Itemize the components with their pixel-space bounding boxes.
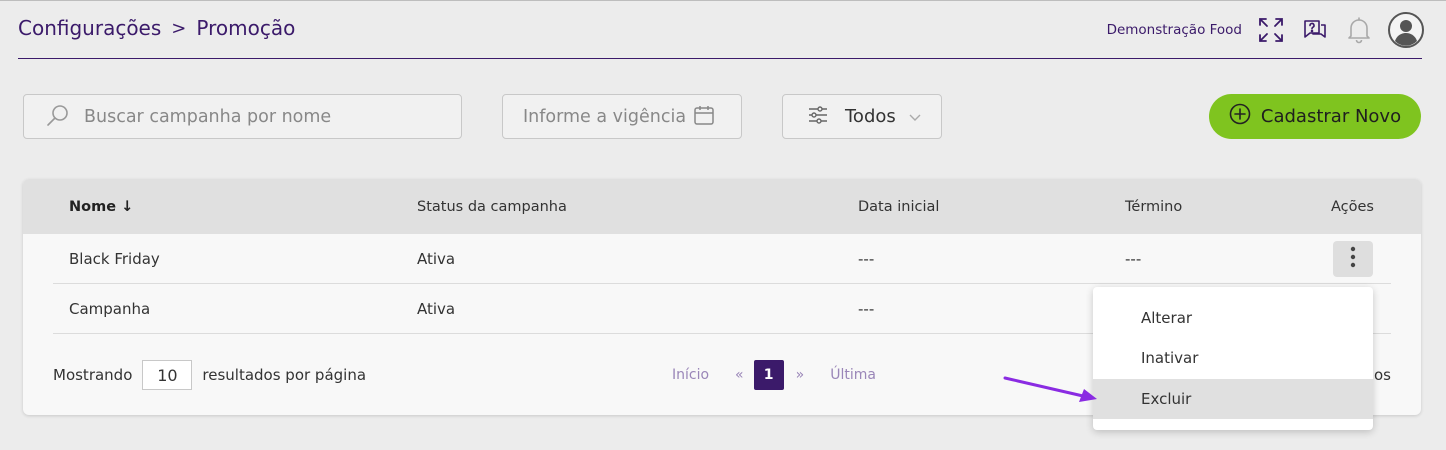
more-vertical-icon [1350, 246, 1356, 272]
header-divider [18, 58, 1422, 59]
page-size-control: Mostrando 10 resultados por página [53, 360, 366, 390]
page-size-input[interactable]: 10 [142, 360, 193, 390]
breadcrumb: Configurações > Promoção [18, 16, 295, 40]
row-start-date: --- [858, 250, 875, 268]
first-page-link[interactable]: Início [672, 367, 709, 383]
date-range-input[interactable] [523, 106, 693, 127]
table-header: Nome ↓ Status da campanha Data inicial T… [23, 179, 1421, 234]
pagination: Início « 1 » Última [672, 360, 876, 390]
column-header-name[interactable]: Nome ↓ [69, 199, 133, 215]
help-icon[interactable] [1300, 15, 1330, 45]
breadcrumb-parent[interactable]: Configurações [18, 16, 161, 40]
status-filter-value: Todos [845, 106, 896, 127]
results-count-text: os [1374, 366, 1391, 384]
chevron-down-icon [908, 107, 922, 126]
column-header-actions: Ações [1331, 199, 1374, 215]
row-actions-menu: Alterar Inativar Excluir [1093, 287, 1373, 430]
current-page[interactable]: 1 [753, 360, 784, 390]
add-new-button[interactable]: Cadastrar Novo [1209, 94, 1421, 139]
column-header-end-date: Término [1125, 199, 1183, 215]
last-page-link[interactable]: Última [830, 367, 876, 383]
showing-label: Mostrando [53, 366, 133, 384]
menu-item-inativar[interactable]: Inativar [1093, 338, 1373, 378]
row-name: Campanha [69, 300, 151, 318]
company-name[interactable]: Demonstração Food [1107, 22, 1242, 38]
sort-arrow-icon: ↓ [121, 199, 134, 215]
breadcrumb-current: Promoção [196, 16, 296, 40]
prev-page-link[interactable]: « [735, 367, 744, 383]
table-row[interactable]: Black Friday Ativa --- --- [53, 234, 1391, 284]
row-status: Ativa [417, 300, 456, 318]
per-page-label: resultados por página [202, 366, 367, 384]
search-icon [46, 103, 70, 131]
annotation-arrow-icon [1003, 376, 1097, 402]
menu-item-alterar[interactable]: Alterar [1093, 298, 1373, 338]
bell-icon[interactable] [1344, 15, 1374, 45]
search-input[interactable] [84, 106, 444, 127]
row-status: Ativa [417, 250, 456, 268]
header-tools: Demonstração Food [1107, 12, 1424, 48]
next-page-link[interactable]: » [796, 367, 805, 383]
avatar-icon[interactable] [1388, 12, 1424, 48]
row-start-date: --- [858, 300, 875, 318]
menu-item-excluir[interactable]: Excluir [1093, 379, 1373, 419]
row-actions-button[interactable] [1333, 241, 1373, 277]
column-header-status: Status da campanha [417, 199, 567, 215]
expand-icon[interactable] [1256, 15, 1286, 45]
date-range-field[interactable] [502, 94, 742, 139]
plus-circle-icon [1229, 103, 1251, 130]
row-end-date: --- [1125, 250, 1142, 268]
column-header-start-date: Data inicial [858, 199, 940, 215]
add-new-label: Cadastrar Novo [1260, 106, 1402, 127]
breadcrumb-separator: > [171, 17, 187, 39]
sliders-icon [807, 104, 829, 130]
status-filter-select[interactable]: Todos [782, 94, 942, 139]
top-border [0, 0, 1446, 1]
row-name: Black Friday [69, 250, 160, 268]
search-field[interactable] [23, 94, 462, 139]
calendar-icon[interactable] [693, 104, 715, 130]
